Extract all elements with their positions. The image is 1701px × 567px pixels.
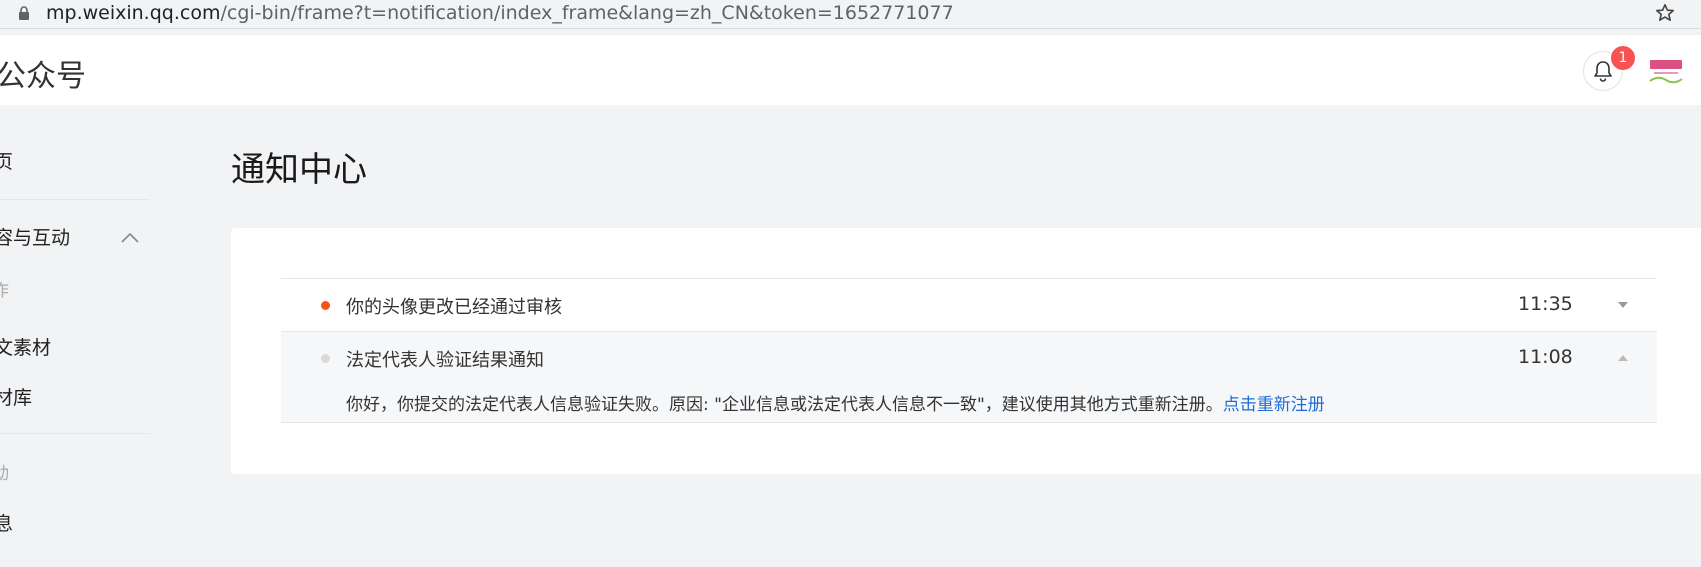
- re-register-link[interactable]: 点击重新注册: [1223, 395, 1325, 415]
- notification-time: 11:35: [1518, 293, 1573, 315]
- sidebar-item-content-interaction[interactable]: 容与互动: [0, 223, 70, 250]
- notification-title: 你的头像更改已经通过审核: [346, 297, 562, 318]
- notification-body: 你好，你提交的法定代表人信息验证失败。原因: "企业信息或法定代表人信息不一致"…: [346, 390, 1325, 415]
- notification-row[interactable]: 法定代表人验证结果通知 11:08 你好，你提交的法定代表人信息验证失败。原因:…: [281, 332, 1657, 423]
- notification-body-text: 你好，你提交的法定代表人信息验证失败。原因: "企业信息或法定代表人信息不一致"…: [346, 395, 1223, 415]
- sidebar-divider: [0, 433, 150, 434]
- caret-down-icon[interactable]: [1617, 301, 1629, 309]
- browser-address-bar[interactable]: mp.weixin.qq.com/cgi-bin/frame?t=notific…: [0, 0, 1701, 29]
- url-domain: mp.weixin.qq.com: [46, 2, 221, 24]
- sidebar: 页 容与互动 作 文素材 材库 动 息: [0, 105, 150, 567]
- unread-dot-icon: [321, 301, 330, 310]
- notification-row[interactable]: 你的头像更改已经通过审核 11:35: [281, 279, 1657, 332]
- bookmark-star-icon[interactable]: [1655, 3, 1675, 23]
- sidebar-item-messages[interactable]: 息: [0, 509, 13, 536]
- lock-icon: [19, 6, 29, 20]
- app-header: 公众号 1: [0, 35, 1701, 105]
- notification-card: 你的头像更改已经通过审核 11:35 法定代表人验证结果通知 11:08 你好，…: [231, 228, 1701, 474]
- account-avatar[interactable]: [1644, 51, 1688, 89]
- notification-count-badge: 1: [1611, 46, 1635, 70]
- sidebar-section-interaction: 动: [0, 464, 9, 484]
- bell-icon: [1594, 61, 1612, 82]
- notification-title: 法定代表人验证结果通知: [346, 350, 544, 371]
- chevron-up-icon[interactable]: [120, 231, 140, 243]
- notification-list: 你的头像更改已经通过审核 11:35 法定代表人验证结果通知 11:08 你好，…: [281, 278, 1657, 423]
- url-text[interactable]: mp.weixin.qq.com/cgi-bin/frame?t=notific…: [46, 2, 954, 24]
- brand-title: 公众号: [0, 59, 86, 94]
- sidebar-item-home[interactable]: 页: [0, 147, 13, 174]
- notification-time: 11:08: [1518, 346, 1573, 368]
- page-title: 通知中心: [231, 150, 367, 190]
- sidebar-divider: [0, 199, 150, 200]
- sidebar-item-material-library[interactable]: 材库: [0, 383, 32, 410]
- read-dot-icon: [321, 354, 330, 363]
- sidebar-section-create: 作: [0, 281, 9, 301]
- sidebar-item-article-material[interactable]: 文素材: [0, 333, 51, 360]
- url-path: /cgi-bin/frame?t=notification/index_fram…: [220, 2, 954, 24]
- caret-up-icon[interactable]: [1617, 354, 1629, 362]
